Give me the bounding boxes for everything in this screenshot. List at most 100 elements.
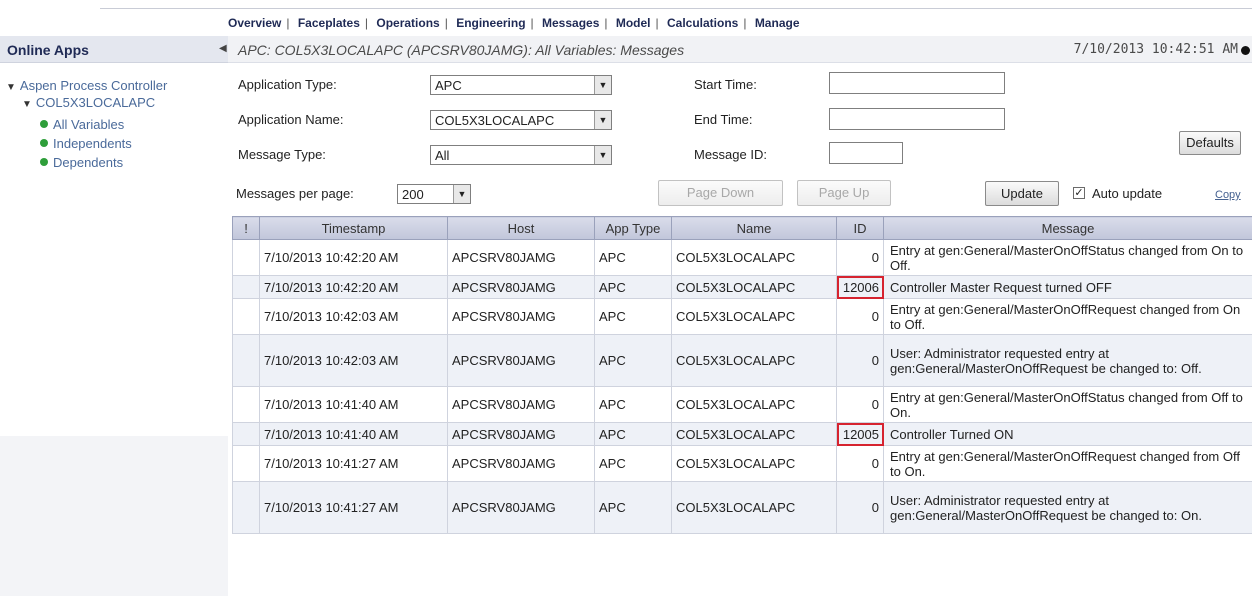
tree-label-all-variables[interactable]: All Variables xyxy=(53,117,124,132)
page-down-button[interactable]: Page Down xyxy=(658,180,783,206)
col-header-message[interactable]: Message xyxy=(883,216,1252,240)
row-message: Entry at gen:General/MasterOnOffStatus c… xyxy=(883,386,1252,423)
application-name-select[interactable]: COL5X3LOCALAPC ▼ xyxy=(430,110,612,130)
row-app-type: APC xyxy=(594,298,672,335)
nav-engineering[interactable]: Engineering xyxy=(456,16,525,30)
col-header-app-type[interactable]: App Type xyxy=(594,216,672,240)
nav-separator: | xyxy=(364,16,369,30)
row-flag xyxy=(232,422,260,446)
row-name: COL5X3LOCALAPC xyxy=(671,334,837,387)
application-name-label: Application Name: xyxy=(238,112,344,127)
chevron-down-icon[interactable]: ▼ xyxy=(594,146,611,164)
chevron-down-icon[interactable]: ▼ xyxy=(453,185,470,203)
nav-calculations[interactable]: Calculations xyxy=(667,16,738,30)
tree-node-root[interactable]: ▼ Aspen Process Controller xyxy=(6,78,167,93)
chevron-down-icon[interactable]: ▼ xyxy=(594,76,611,94)
row-name: COL5X3LOCALAPC xyxy=(671,445,837,482)
nav-separator: | xyxy=(530,16,534,30)
table-row[interactable]: 7/10/2013 10:41:27 AM APCSRV80JAMG APC C… xyxy=(232,481,1252,534)
table-row[interactable]: 7/10/2013 10:41:40 AM APCSRV80JAMG APC C… xyxy=(232,386,1252,423)
sidebar-title: Online Apps xyxy=(7,42,89,58)
sidebar-header: Online Apps ◀ xyxy=(0,36,228,63)
row-name: COL5X3LOCALAPC xyxy=(671,386,837,423)
row-message: Controller Turned ON xyxy=(883,422,1252,446)
tree-item-dependents[interactable]: Dependents xyxy=(40,155,123,170)
auto-update-checkbox[interactable]: ✓ xyxy=(1073,187,1085,199)
sidebar: Online Apps ◀ ▼ Aspen Process Controller … xyxy=(0,36,228,596)
table-row[interactable]: 7/10/2013 10:42:20 AM APCSRV80JAMG APC C… xyxy=(232,275,1252,299)
triangle-down-icon[interactable]: ▼ xyxy=(22,99,32,110)
nav-faceplates[interactable]: Faceplates xyxy=(298,16,360,30)
row-message: Entry at gen:General/MasterOnOffRequest … xyxy=(883,298,1252,335)
col-header-flag[interactable]: ! xyxy=(232,216,260,240)
row-timestamp: 7/10/2013 10:41:27 AM xyxy=(259,481,448,534)
row-app-type: APC xyxy=(594,334,672,387)
defaults-button[interactable]: Defaults xyxy=(1179,131,1241,155)
table-row[interactable]: 7/10/2013 10:41:40 AM APCSRV80JAMG APC C… xyxy=(232,422,1252,446)
table-row[interactable]: 7/10/2013 10:42:20 AM APCSRV80JAMG APC C… xyxy=(232,239,1252,276)
row-timestamp: 7/10/2013 10:41:40 AM xyxy=(259,386,448,423)
row-app-type: APC xyxy=(594,386,672,423)
nav-model[interactable]: Model xyxy=(616,16,651,30)
table-row[interactable]: 7/10/2013 10:41:27 AM APCSRV80JAMG APC C… xyxy=(232,445,1252,482)
nav-separator: | xyxy=(743,16,747,30)
row-host: APCSRV80JAMG xyxy=(447,422,595,446)
row-name: COL5X3LOCALAPC xyxy=(671,481,837,534)
nav-separator: | xyxy=(444,16,448,30)
row-id: 0 xyxy=(836,298,884,335)
page-up-button[interactable]: Page Up xyxy=(797,180,891,206)
row-message: User: Administrator requested entry at g… xyxy=(883,334,1252,387)
tree-item-independents[interactable]: Independents xyxy=(40,136,132,151)
row-name: COL5X3LOCALAPC xyxy=(671,239,837,276)
row-flag xyxy=(232,481,260,534)
row-timestamp: 7/10/2013 10:42:03 AM xyxy=(259,334,448,387)
auto-update-label: Auto update xyxy=(1092,186,1163,201)
col-header-id[interactable]: ID xyxy=(836,216,884,240)
tree-label-app[interactable]: COL5X3LOCALAPC xyxy=(36,95,155,110)
application-type-select[interactable]: APC ▼ xyxy=(430,75,612,95)
col-header-timestamp[interactable]: Timestamp xyxy=(259,216,448,240)
nav-operations[interactable]: Operations xyxy=(376,16,439,30)
main-nav: Overview | Faceplates | Operations | Engine… xyxy=(228,16,800,34)
chevron-down-icon[interactable]: ▼ xyxy=(594,111,611,129)
nav-messages[interactable]: Messages xyxy=(542,16,599,30)
col-header-name[interactable]: Name xyxy=(671,216,837,240)
table-row[interactable]: 7/10/2013 10:42:03 AM APCSRV80JAMG APC C… xyxy=(232,334,1252,387)
tree-item-all-variables[interactable]: All Variables xyxy=(40,117,124,132)
tree-label-dependents[interactable]: Dependents xyxy=(53,155,123,170)
table-row[interactable]: 7/10/2013 10:42:03 AM APCSRV80JAMG APC C… xyxy=(232,298,1252,335)
row-message: Entry at gen:General/MasterOnOffRequest … xyxy=(883,445,1252,482)
application-type-value: APC xyxy=(435,78,462,93)
tree-label-independents[interactable]: Independents xyxy=(53,136,132,151)
message-type-select[interactable]: All ▼ xyxy=(430,145,612,165)
start-time-input[interactable] xyxy=(829,72,1005,94)
messages-per-page-value: 200 xyxy=(402,187,424,202)
row-id: 0 xyxy=(836,445,884,482)
row-host: APCSRV80JAMG xyxy=(447,481,595,534)
row-flag xyxy=(232,334,260,387)
table-header-row: ! Timestamp Host App Type Name ID Messag… xyxy=(232,216,1252,240)
row-host: APCSRV80JAMG xyxy=(447,298,595,335)
col-header-host[interactable]: Host xyxy=(447,216,595,240)
nav-overview[interactable]: Overview xyxy=(228,16,281,30)
row-host: APCSRV80JAMG xyxy=(447,445,595,482)
update-button[interactable]: Update xyxy=(985,181,1059,206)
row-id: 0 xyxy=(836,239,884,276)
triangle-down-icon[interactable]: ▼ xyxy=(6,82,16,93)
message-id-input[interactable] xyxy=(829,142,903,164)
row-id-highlighted: 12005 xyxy=(836,422,884,446)
top-rule xyxy=(100,8,1252,9)
end-time-label: End Time: xyxy=(694,112,753,127)
tree-label-root[interactable]: Aspen Process Controller xyxy=(20,78,167,93)
row-app-type: APC xyxy=(594,275,672,299)
row-id: 0 xyxy=(836,386,884,423)
end-time-input[interactable] xyxy=(829,108,1005,130)
nav-manage[interactable]: Manage xyxy=(755,16,800,30)
row-app-type: APC xyxy=(594,445,672,482)
messages-per-page-select[interactable]: 200 ▼ xyxy=(397,184,471,204)
tree-node-app[interactable]: ▼ COL5X3LOCALAPC xyxy=(22,95,155,110)
row-name: COL5X3LOCALAPC xyxy=(671,298,837,335)
page-header: APC: COL5X3LOCALAPC (APCSRV80JAMG): All … xyxy=(228,36,1252,63)
copy-link[interactable]: Copy xyxy=(1215,189,1241,201)
page-title: APC: COL5X3LOCALAPC (APCSRV80JAMG): All … xyxy=(238,42,685,58)
